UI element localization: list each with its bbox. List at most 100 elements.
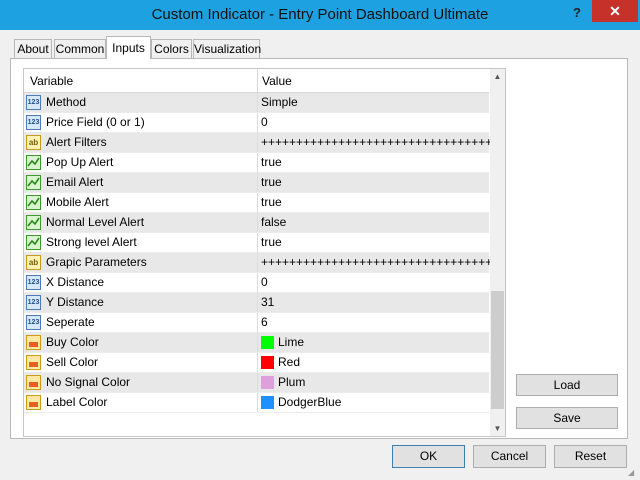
- variable-name: Sell Color: [46, 355, 99, 369]
- cell-divider: [257, 333, 258, 352]
- color-swatch[interactable]: [261, 336, 274, 349]
- variable-name: No Signal Color: [46, 375, 131, 389]
- table-row[interactable]: Buy Color Lime: [24, 333, 489, 353]
- variable-name: Normal Level Alert: [46, 215, 145, 229]
- table-row[interactable]: 123 X Distance 0: [24, 273, 489, 293]
- color-swatch[interactable]: [261, 356, 274, 369]
- variable-name: X Distance: [46, 275, 105, 289]
- string-icon: ab: [26, 255, 41, 270]
- variable-value[interactable]: Red: [278, 353, 300, 372]
- variable-value[interactable]: ++++++++++++++++++++++++++++++++++: [261, 253, 499, 272]
- cell-divider: [257, 213, 258, 232]
- window-title: Custom Indicator - Entry Point Dashboard…: [151, 6, 489, 23]
- variable-value[interactable]: 0: [261, 273, 268, 292]
- cell-divider: [257, 373, 258, 392]
- variable-name: Grapic Parameters: [46, 255, 147, 269]
- scroll-up-arrow-icon[interactable]: ▲: [490, 69, 505, 84]
- table-row[interactable]: 123 Seperate 6: [24, 313, 489, 333]
- cell-divider: [257, 393, 258, 412]
- cell-divider: [257, 153, 258, 172]
- variable-value[interactable]: Simple: [261, 93, 298, 112]
- number-icon: 123: [26, 315, 41, 330]
- grid-header: Variable Value: [24, 69, 489, 93]
- help-button[interactable]: ?: [566, 3, 588, 23]
- tab-about[interactable]: About: [14, 39, 52, 58]
- color-swatch[interactable]: [261, 376, 274, 389]
- load-button[interactable]: Load: [516, 374, 618, 396]
- table-row[interactable]: ab Grapic Parameters +++++++++++++++++++++…: [24, 253, 499, 273]
- variable-value[interactable]: ++++++++++++++++++++++++++++++++++: [261, 133, 499, 152]
- table-row[interactable]: Strong level Alert true: [24, 233, 489, 253]
- variable-value[interactable]: true: [261, 153, 282, 172]
- cell-divider: [257, 273, 258, 292]
- table-row[interactable]: Normal Level Alert false: [24, 213, 489, 233]
- variable-name: Strong level Alert: [46, 235, 137, 249]
- variable-name: Mobile Alert: [46, 195, 109, 209]
- cell-divider: [257, 233, 258, 252]
- variable-name: Email Alert: [46, 175, 104, 189]
- tab-visualization[interactable]: Visualization: [193, 39, 261, 58]
- reset-button[interactable]: Reset: [554, 445, 627, 468]
- variable-value[interactable]: Plum: [278, 373, 305, 392]
- cell-divider: [257, 93, 258, 112]
- cell-divider: [257, 193, 258, 212]
- variable-value[interactable]: 0: [261, 113, 268, 132]
- color-icon: [26, 375, 41, 390]
- table-row[interactable]: 123 Price Field (0 or 1) 0: [24, 113, 489, 133]
- variable-name: Buy Color: [46, 335, 99, 349]
- resize-grip-icon[interactable]: ◢: [628, 468, 638, 478]
- variable-value[interactable]: 6: [261, 313, 268, 332]
- variable-name: Y Distance: [46, 295, 104, 309]
- table-row[interactable]: Mobile Alert true: [24, 193, 489, 213]
- column-header-variable[interactable]: Variable: [30, 69, 73, 93]
- table-row[interactable]: No Signal Color Plum: [24, 373, 489, 393]
- table-row[interactable]: Email Alert true: [24, 173, 489, 193]
- tab-common[interactable]: Common: [54, 39, 106, 58]
- color-swatch[interactable]: [261, 396, 274, 409]
- variable-value[interactable]: false: [261, 213, 286, 232]
- variable-name: Seperate: [46, 315, 95, 329]
- variable-name: Price Field (0 or 1): [46, 115, 145, 129]
- scroll-thumb[interactable]: [491, 291, 504, 409]
- ok-button[interactable]: OK: [392, 445, 465, 468]
- column-divider[interactable]: [257, 69, 258, 93]
- variable-name: Label Color: [46, 395, 108, 409]
- cell-divider: [257, 253, 258, 272]
- scroll-down-arrow-icon[interactable]: ▼: [490, 421, 505, 436]
- variable-name: Method: [46, 95, 87, 109]
- variable-value[interactable]: 31: [261, 293, 274, 312]
- save-button[interactable]: Save: [516, 407, 618, 429]
- vertical-scrollbar[interactable]: ▲ ▼: [490, 69, 505, 436]
- color-icon: [26, 395, 41, 410]
- table-row[interactable]: Label Color DodgerBlue: [24, 393, 489, 413]
- string-icon: ab: [26, 135, 41, 150]
- cell-divider: [257, 313, 258, 332]
- cell-divider: [257, 293, 258, 312]
- bool-icon: [26, 235, 41, 250]
- cell-divider: [257, 353, 258, 372]
- table-row[interactable]: 123 Method Simple: [24, 93, 489, 113]
- color-icon: [26, 355, 41, 370]
- variable-value[interactable]: true: [261, 233, 282, 252]
- inputs-grid[interactable]: Variable Value 123 Method Simple 123 Price F…: [23, 68, 506, 437]
- close-button[interactable]: ✕: [592, 0, 638, 22]
- variable-value[interactable]: true: [261, 173, 282, 192]
- number-icon: 123: [26, 275, 41, 290]
- variable-value[interactable]: DodgerBlue: [278, 393, 341, 412]
- column-header-value[interactable]: Value: [262, 69, 292, 93]
- color-icon: [26, 335, 41, 350]
- table-row[interactable]: ab Alert Filters +++++++++++++++++++++++++…: [24, 133, 499, 153]
- variable-value[interactable]: true: [261, 193, 282, 212]
- variable-name: Alert Filters: [46, 135, 107, 149]
- number-icon: 123: [26, 95, 41, 110]
- table-row[interactable]: Sell Color Red: [24, 353, 489, 373]
- number-icon: 123: [26, 295, 41, 310]
- table-row[interactable]: Pop Up Alert true: [24, 153, 489, 173]
- cancel-button[interactable]: Cancel: [473, 445, 546, 468]
- variable-value[interactable]: Lime: [278, 333, 304, 352]
- tab-inputs[interactable]: Inputs: [106, 36, 151, 59]
- cell-divider: [257, 173, 258, 192]
- tab-colors[interactable]: Colors: [151, 39, 192, 58]
- table-row[interactable]: 123 Y Distance 31: [24, 293, 489, 313]
- bool-icon: [26, 215, 41, 230]
